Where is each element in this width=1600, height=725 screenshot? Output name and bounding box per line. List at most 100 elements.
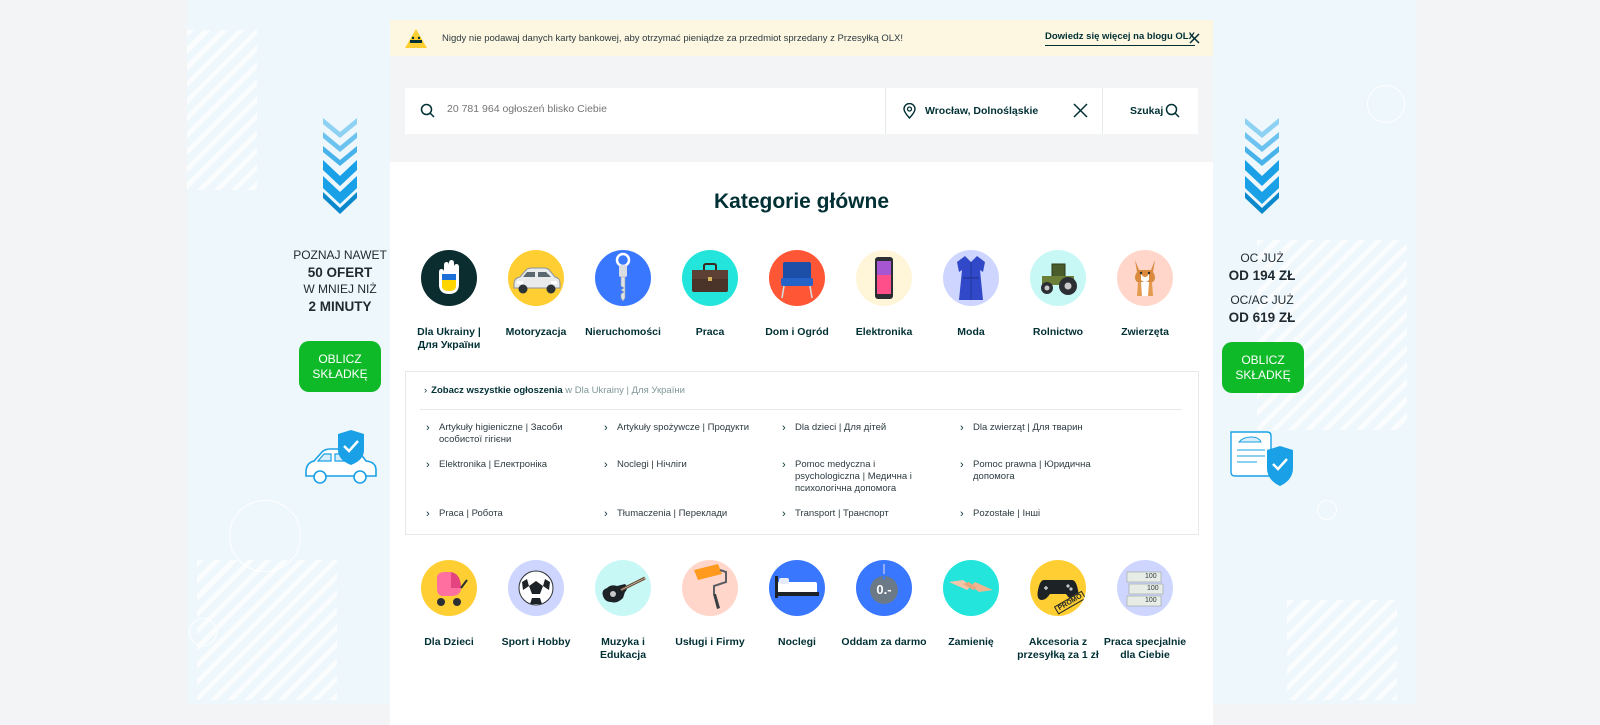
search-section: Wrocław, Dolnośląskie Szukaj <box>390 56 1213 162</box>
key-icon <box>595 250 651 306</box>
category-oddam-za-darmo[interactable]: 0.- Oddam za darmo <box>841 560 927 649</box>
category-motoryzacja[interactable]: Motoryzacja <box>493 250 579 339</box>
category-label: Nieruchomości <box>585 326 661 338</box>
chevron-right-icon: › <box>960 422 964 434</box>
category-dla-ukrainy[interactable]: Dla Ukrainy | Для України <box>406 250 492 352</box>
category-praca[interactable]: Praca <box>667 250 753 339</box>
paint-roller-icon <box>682 560 738 616</box>
banknote-value: 100 <box>1145 597 1157 604</box>
category-rolnictwo[interactable]: Rolnictwo <box>1015 250 1101 339</box>
chevron-right-icon: › <box>426 422 430 434</box>
ad-right-button[interactable]: OBLICZ SKŁADKĘ <box>1222 342 1304 393</box>
category-dla-dzieci[interactable]: Dla Dzieci <box>406 560 492 649</box>
subcategory-link[interactable]: › Artykuły spożywcze | Продукти <box>602 422 777 434</box>
category-muzyka-i-edukacja[interactable]: Muzyka i Edukacja <box>580 560 666 662</box>
search-button[interactable]: Szukaj <box>1103 88 1198 134</box>
subcategory-link[interactable]: › Pomoc prawna | Юридична допомога <box>958 459 1123 483</box>
location-value: Wrocław, Dolnośląskie <box>925 105 1039 117</box>
see-all-context: w Dla Ukrainy | Для України <box>565 385 685 396</box>
category-label: Elektronika <box>855 326 913 338</box>
category-zwierzeta[interactable]: Zwierzęta <box>1102 250 1188 339</box>
notice-message: Nigdy nie podawaj danych karty bankowej,… <box>442 33 903 44</box>
subcategory-label: Dla zwierząt | Для тварин <box>973 422 1083 433</box>
category-uslugi-i-firmy[interactable]: Usługi i Firmy <box>667 560 753 649</box>
category-label: Rolnictwo <box>1032 326 1084 338</box>
category-zamienie[interactable]: Zamienię <box>928 560 1014 649</box>
category-label: Zwierzęta <box>1121 326 1169 338</box>
tractor-icon <box>1030 250 1086 306</box>
category-label: Sport i Hobby <box>501 636 571 648</box>
free-tag-text: 0.- <box>876 582 892 597</box>
subcategory-label: Pozostałe | Інші <box>973 508 1041 519</box>
category-label: Akcesoria z przesyłką za 1 zł <box>1017 636 1099 661</box>
category-label: Praca <box>695 326 725 338</box>
subcategory-link[interactable]: › Artykuły higieniczne | Засоби особистої… <box>424 422 599 446</box>
money-stack-icon: 100 100 100 <box>1117 560 1173 616</box>
briefcase-icon <box>682 250 738 306</box>
notice-blog-link[interactable]: Dowiedz się więcej na blogu OLX <box>1045 31 1195 46</box>
stroller-icon <box>421 560 477 616</box>
category-label: Praca specjalnie dla Ciebie <box>1103 636 1187 661</box>
category-label: Dla Ukrainy | Для України <box>417 326 481 351</box>
subcategory-link[interactable]: › Dla dzieci | Для дітей <box>780 422 955 434</box>
subcategory-link[interactable]: › Noclegi | Нічліги <box>602 459 777 471</box>
subcategory-label: Pomoc medyczna i psychologiczna | Медичн… <box>795 459 912 494</box>
chevron-arrows-icon <box>323 118 357 214</box>
category-elektronika[interactable]: Elektronika <box>841 250 927 339</box>
warning-icon <box>405 29 427 48</box>
category-nieruchomosci[interactable]: Nieruchomości <box>580 250 666 339</box>
ukraine-hand-icon <box>421 250 477 306</box>
search-input[interactable] <box>445 102 869 116</box>
subcategory-link[interactable]: › Praca | Робота <box>424 508 599 520</box>
dress-icon <box>943 250 999 306</box>
subcategory-link[interactable]: › Pomoc medyczna i psychologiczna | Медич… <box>780 459 933 495</box>
ad-left-button[interactable]: OBLICZ SKŁADKĘ <box>299 341 381 392</box>
page-title: Kategorie główne <box>713 190 890 213</box>
search-icon <box>420 103 435 118</box>
category-praca-specjalnie[interactable]: 100 100 100 Praca specjalnie dla Ciebie <box>1102 560 1188 662</box>
search-icon <box>1165 103 1180 118</box>
subcategory-label: Tłumaczenia | Переклади <box>617 508 728 519</box>
football-icon <box>508 560 564 616</box>
subcategory-link[interactable]: › Dla zwierząt | Для тварин <box>958 422 1133 434</box>
category-label: Noclegi <box>778 636 816 648</box>
safety-notice-banner: Nigdy nie podawaj danych karty bankowej,… <box>390 20 1213 56</box>
armchair-icon <box>769 250 825 306</box>
search-query-box <box>405 88 886 134</box>
chevron-right-icon: › <box>604 508 608 520</box>
clear-location-icon[interactable] <box>1073 103 1088 118</box>
category-label: Dla Dzieci <box>424 636 474 648</box>
category-label: Usługi i Firmy <box>675 636 745 648</box>
see-all-label: Zobacz wszystkie ogłoszenia <box>431 385 563 396</box>
category-noclegi[interactable]: Noclegi <box>754 560 840 649</box>
search-bar: Wrocław, Dolnośląskie Szukaj <box>405 88 1198 134</box>
subcategory-panel: › Zobacz wszystkie ogłoszenia w Dla Ukrai… <box>405 371 1199 535</box>
location-field[interactable]: Wrocław, Dolnośląskie <box>886 88 1103 134</box>
bed-icon <box>769 560 825 616</box>
smartphone-icon <box>856 250 912 306</box>
free-tag-icon: 0.- <box>856 560 912 616</box>
banknote-value: 100 <box>1147 585 1159 592</box>
category-label: Oddam za darmo <box>841 636 927 648</box>
subcategory-label: Transport | Транспорт <box>795 508 889 519</box>
handshake-icon <box>943 560 999 616</box>
subcategory-label: Artykuły spożywcze | Продукти <box>617 422 750 433</box>
category-moda[interactable]: Moda <box>928 250 1014 339</box>
subcategory-label: Praca | Робота <box>439 508 503 519</box>
chevron-right-icon: › <box>604 459 608 471</box>
category-akcesoria[interactable]: PROMO Akcesoria z przesyłką za 1 zł <box>1015 560 1101 662</box>
chevron-arrows-icon <box>1245 118 1279 214</box>
banknote-value: 100 <box>1145 573 1157 580</box>
guitar-icon <box>595 560 651 616</box>
see-all-link[interactable]: › Zobacz wszystkie ogłoszenia w Dla Ukrai… <box>424 385 685 396</box>
close-icon[interactable] <box>1189 33 1200 44</box>
subcategory-link[interactable]: › Tłumaczenia | Переклади <box>602 508 777 520</box>
category-label: Muzyka i Edukacja <box>599 636 647 661</box>
subcategory-link[interactable]: › Transport | Транспорт <box>780 508 955 520</box>
subcategory-link[interactable]: › Pozostałe | Інші <box>958 508 1133 520</box>
subcategory-label: Noclegi | Нічліги <box>617 459 687 470</box>
category-sport-i-hobby[interactable]: Sport i Hobby <box>493 560 579 649</box>
chevron-right-icon: › <box>782 422 786 434</box>
subcategory-link[interactable]: › Elektronika | Електроніка <box>424 459 599 471</box>
category-dom-i-ogrod[interactable]: Dom i Ogród <box>754 250 840 339</box>
